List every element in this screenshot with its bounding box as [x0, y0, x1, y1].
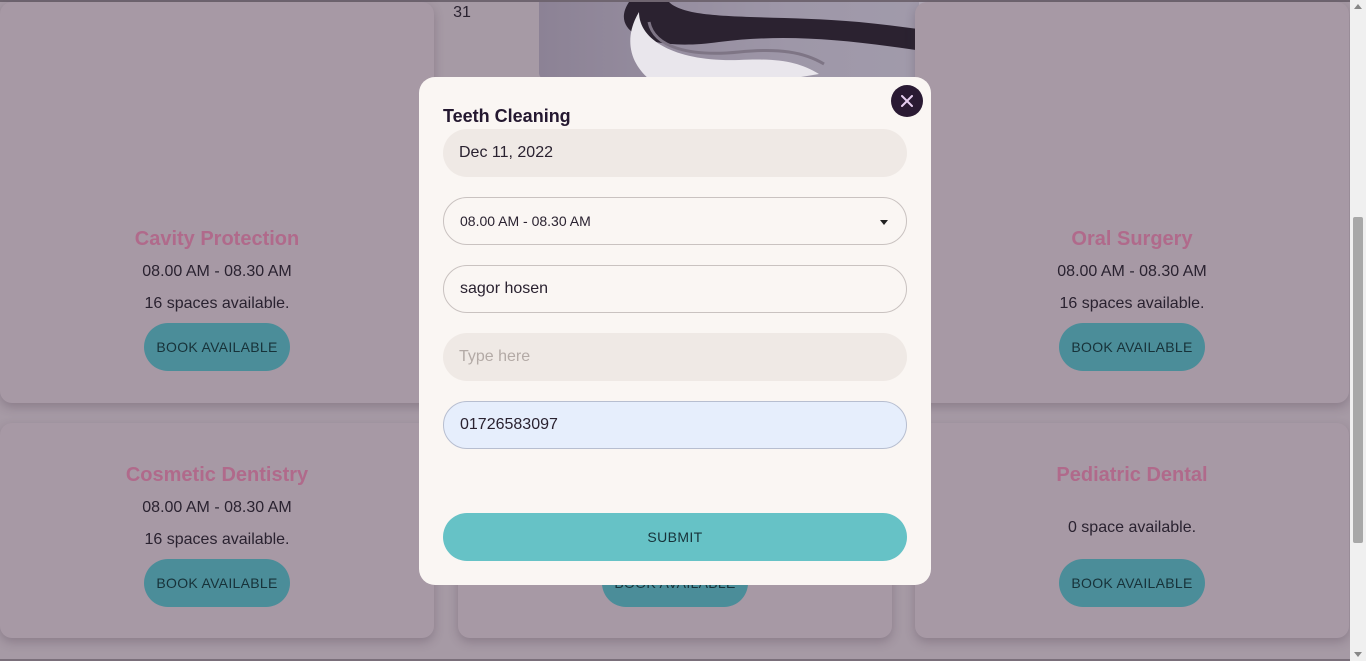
book-available-button[interactable]: BOOK AVAILABLE — [1059, 559, 1205, 607]
submit-button[interactable]: SUBMIT — [443, 513, 907, 561]
scrollbar-thumb[interactable] — [1353, 217, 1363, 543]
scroll-up-icon[interactable] — [1354, 4, 1362, 9]
service-card-pediatric-dental: Pediatric Dental 0 space available. BOOK… — [915, 423, 1349, 638]
chevron-down-icon — [880, 220, 888, 225]
name-field[interactable]: sagor hosen — [443, 265, 907, 313]
page-scrollbar[interactable] — [1350, 0, 1366, 661]
card-spaces: 16 spaces available. — [144, 531, 290, 548]
card-title: Pediatric Dental — [1056, 464, 1208, 486]
book-available-button[interactable]: BOOK AVAILABLE — [144, 559, 290, 607]
card-spaces: 0 space available. — [1067, 519, 1197, 536]
service-card-oral-surgery: Oral Surgery 08.00 AM - 08.30 AM 16 spac… — [915, 2, 1349, 403]
time-slot-select[interactable]: 08.00 AM - 08.30 AM — [443, 197, 907, 245]
time-slot-value: 08.00 AM - 08.30 AM — [460, 213, 591, 229]
date-field[interactable]: Dec 11, 2022 — [443, 129, 907, 177]
modal-title: Teeth Cleaning — [443, 106, 571, 126]
card-time: 08.00 AM - 08.30 AM — [1057, 263, 1207, 280]
scroll-down-icon[interactable] — [1354, 652, 1362, 657]
close-button[interactable] — [891, 85, 923, 117]
service-card-cavity-protection: Cavity Protection 08.00 AM - 08.30 AM 16… — [0, 2, 434, 403]
card-time: 08.00 AM - 08.30 AM — [142, 263, 292, 280]
card-spaces: 16 spaces available. — [1059, 295, 1205, 312]
email-field[interactable]: Type here — [443, 333, 907, 381]
card-title: Oral Surgery — [1071, 228, 1193, 250]
calendar-day[interactable]: 31 — [442, 4, 482, 22]
close-icon — [901, 95, 913, 107]
service-card-cosmetic-dentistry: Cosmetic Dentistry 08.00 AM - 08.30 AM 1… — [0, 423, 434, 638]
card-spaces: 16 spaces available. — [144, 295, 290, 312]
card-title: Cosmetic Dentistry — [125, 464, 309, 486]
book-available-button[interactable]: BOOK AVAILABLE — [1059, 323, 1205, 371]
book-available-button[interactable]: BOOK AVAILABLE — [144, 323, 290, 371]
phone-field[interactable]: 01726583097 — [443, 401, 907, 449]
card-title: Cavity Protection — [134, 228, 300, 250]
card-time: 08.00 AM - 08.30 AM — [142, 499, 292, 516]
booking-modal: Teeth Cleaning Dec 11, 2022 08.00 AM - 0… — [419, 77, 931, 585]
